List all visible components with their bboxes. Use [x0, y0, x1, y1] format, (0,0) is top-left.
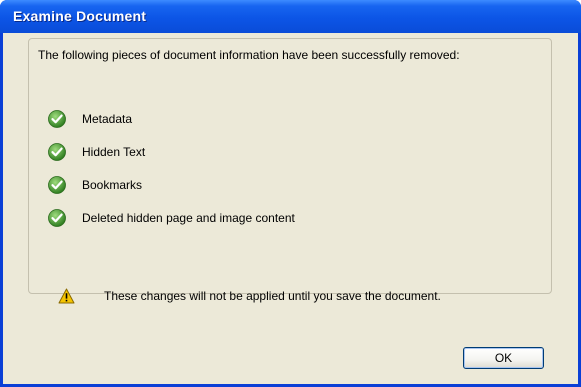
checkmark-icon [48, 176, 66, 194]
window-title: Examine Document [13, 8, 147, 24]
removed-item-label: Hidden Text [82, 145, 146, 159]
results-group-box [28, 38, 552, 294]
warning-icon [58, 288, 75, 304]
removed-item-label: Bookmarks [82, 178, 143, 192]
checkmark-icon [48, 209, 66, 227]
checkmark-icon [48, 143, 66, 161]
intro-text: The following pieces of document informa… [38, 48, 460, 62]
removed-item-label: Deleted hidden page and image content [82, 211, 295, 225]
warning-text: These changes will not be applied until … [104, 289, 441, 303]
ok-button[interactable]: OK [463, 347, 544, 369]
title-bar[interactable]: Examine Document [0, 0, 581, 33]
checkmark-icon [48, 110, 66, 128]
removed-item-label: Metadata [82, 112, 133, 126]
